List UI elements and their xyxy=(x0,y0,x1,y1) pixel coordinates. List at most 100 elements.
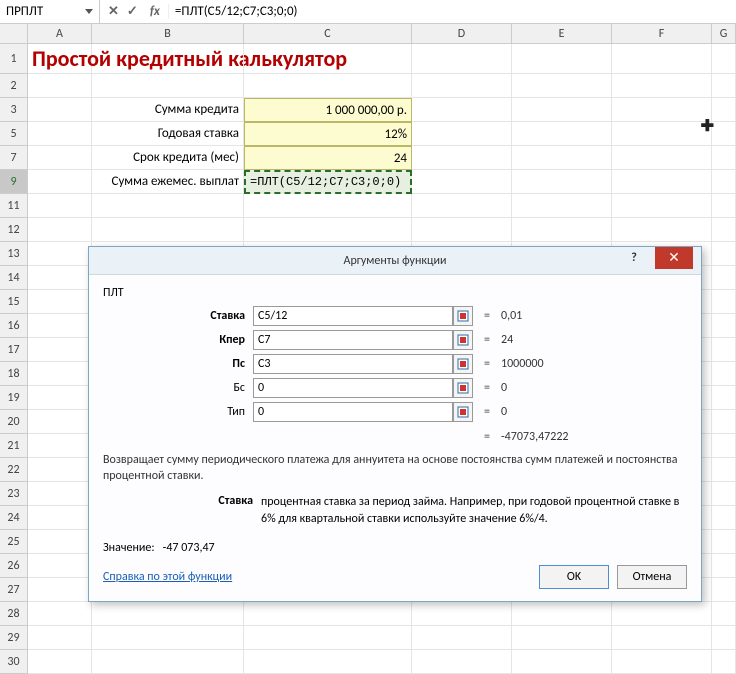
help-link[interactable]: Справка по этой функции xyxy=(103,570,232,584)
cell-A25[interactable] xyxy=(28,530,92,554)
cell-G21[interactable] xyxy=(712,434,736,458)
range-select-icon[interactable] xyxy=(453,354,473,374)
row-header-25[interactable]: 25 xyxy=(0,530,28,554)
cell-C12[interactable] xyxy=(244,218,412,242)
cell-E2[interactable] xyxy=(512,74,612,98)
cell-D30[interactable] xyxy=(412,650,512,674)
cell-G2[interactable] xyxy=(712,74,736,98)
cell-E7[interactable] xyxy=(512,146,612,170)
cell-E9[interactable] xyxy=(512,170,612,194)
cell-G14[interactable] xyxy=(712,266,736,290)
cell-G28[interactable] xyxy=(712,602,736,626)
cell-G17[interactable] xyxy=(712,338,736,362)
cell-B9[interactable]: Сумма ежемес. выплат xyxy=(92,170,244,194)
cell-C9-editing[interactable]: =ПЛТ(C5/12;C7;C3;0;0) xyxy=(244,170,412,194)
cell-A22[interactable] xyxy=(28,458,92,482)
row-header-12[interactable]: 12 xyxy=(0,218,28,242)
cell-E11[interactable] xyxy=(512,194,612,218)
cell-F7[interactable] xyxy=(612,146,712,170)
row-header-2[interactable]: 2 xyxy=(0,74,28,98)
cell-D2[interactable] xyxy=(412,74,512,98)
cell-F3[interactable] xyxy=(612,98,712,122)
col-header-D[interactable]: D xyxy=(412,24,512,43)
cell-E12[interactable] xyxy=(512,218,612,242)
dialog-help-button[interactable]: ? xyxy=(617,247,651,269)
row-header-1[interactable]: 1 xyxy=(0,44,28,74)
arg-input-rate[interactable]: C5/12 xyxy=(253,306,453,326)
cell-B5[interactable]: Годовая ставка xyxy=(92,122,244,146)
cell-B12[interactable] xyxy=(92,218,244,242)
cell-B29[interactable] xyxy=(92,626,244,650)
col-header-C[interactable]: C xyxy=(244,24,412,43)
arg-input-type[interactable]: 0 xyxy=(253,402,453,422)
cell-D28[interactable] xyxy=(412,602,512,626)
row-header-22[interactable]: 22 xyxy=(0,458,28,482)
cell-C29[interactable] xyxy=(244,626,412,650)
row-header-16[interactable]: 16 xyxy=(0,314,28,338)
dialog-close-button[interactable]: ✕ xyxy=(655,247,693,269)
cell-F29[interactable] xyxy=(612,626,712,650)
col-header-F[interactable]: F xyxy=(612,24,712,43)
cell-C7[interactable]: 24 xyxy=(244,146,412,170)
cell-C30[interactable] xyxy=(244,650,412,674)
cell-E29[interactable] xyxy=(512,626,612,650)
range-select-icon[interactable] xyxy=(453,306,473,326)
cell-G27[interactable] xyxy=(712,578,736,602)
row-header-19[interactable]: 19 xyxy=(0,386,28,410)
row-header-27[interactable]: 27 xyxy=(0,578,28,602)
row-header-23[interactable]: 23 xyxy=(0,482,28,506)
cell-G19[interactable] xyxy=(712,386,736,410)
row-header-20[interactable]: 20 xyxy=(0,410,28,434)
cell-D29[interactable] xyxy=(412,626,512,650)
cell-E1[interactable] xyxy=(512,44,612,74)
cell-D3[interactable] xyxy=(412,98,512,122)
cell-A21[interactable] xyxy=(28,434,92,458)
cell-A9[interactable] xyxy=(28,170,92,194)
insert-function-icon[interactable]: fx xyxy=(150,4,160,19)
range-select-icon[interactable] xyxy=(453,378,473,398)
dialog-titlebar[interactable]: Аргументы функции ? ✕ xyxy=(89,247,701,275)
row-header-28[interactable]: 28 xyxy=(0,602,28,626)
cell-G24[interactable] xyxy=(712,506,736,530)
cell-C28[interactable] xyxy=(244,602,412,626)
cell-G5[interactable] xyxy=(712,122,736,146)
cell-C11[interactable] xyxy=(244,194,412,218)
cell-A14[interactable] xyxy=(28,266,92,290)
accept-formula-icon[interactable]: ✓ xyxy=(127,4,138,19)
row-header-5[interactable]: 5 xyxy=(0,122,28,146)
row-header-26[interactable]: 26 xyxy=(0,554,28,578)
cell-A20[interactable] xyxy=(28,410,92,434)
col-header-B[interactable]: B xyxy=(92,24,244,43)
row-header-3[interactable]: 3 xyxy=(0,98,28,122)
cell-G18[interactable] xyxy=(712,362,736,386)
cell-G13[interactable] xyxy=(712,242,736,266)
cell-E28[interactable] xyxy=(512,602,612,626)
cell-A1[interactable]: Простой кредитный калькулятор xyxy=(28,44,92,74)
cell-A29[interactable] xyxy=(28,626,92,650)
cell-F28[interactable] xyxy=(612,602,712,626)
cell-A24[interactable] xyxy=(28,506,92,530)
cell-A28[interactable] xyxy=(28,602,92,626)
cell-A17[interactable] xyxy=(28,338,92,362)
cell-D9[interactable] xyxy=(412,170,512,194)
cell-C5[interactable]: 12% xyxy=(244,122,412,146)
cell-A3[interactable] xyxy=(28,98,92,122)
row-header-24[interactable]: 24 xyxy=(0,506,28,530)
ok-button[interactable]: OK xyxy=(539,565,609,589)
cell-B2[interactable] xyxy=(92,74,244,98)
cell-F2[interactable] xyxy=(612,74,712,98)
cell-G25[interactable] xyxy=(712,530,736,554)
row-header-11[interactable]: 11 xyxy=(0,194,28,218)
cell-A15[interactable] xyxy=(28,290,92,314)
cell-D5[interactable] xyxy=(412,122,512,146)
cell-B3[interactable]: Сумма кредита xyxy=(92,98,244,122)
cell-G22[interactable] xyxy=(712,458,736,482)
cell-B28[interactable] xyxy=(92,602,244,626)
cell-C1[interactable] xyxy=(244,44,412,74)
col-header-G[interactable]: G xyxy=(712,24,736,43)
cell-A2[interactable] xyxy=(28,74,92,98)
cell-E5[interactable] xyxy=(512,122,612,146)
select-all-corner[interactable] xyxy=(0,24,28,43)
cell-A19[interactable] xyxy=(28,386,92,410)
arg-input-fv[interactable]: 0 xyxy=(253,378,453,398)
